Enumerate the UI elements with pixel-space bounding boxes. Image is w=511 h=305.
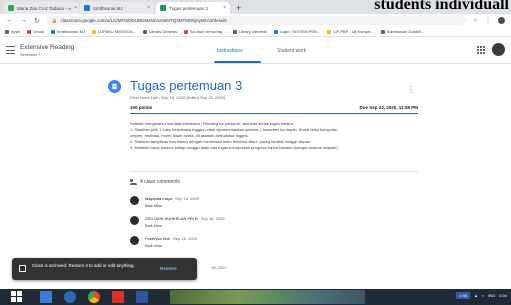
assignment-title: Tugas pertemuan 3 — [130, 78, 243, 93]
assignment-due-date: Due Sep 23, 2020, 11:59 PM — [359, 105, 418, 110]
close-icon[interactable]: × — [147, 5, 150, 11]
comment-date: Sep 16, 2020 — [173, 236, 197, 241]
star-icon[interactable]: ☆ — [473, 17, 478, 24]
bookmark-item[interactable]: Library Genesis — [142, 29, 177, 34]
restore-button[interactable]: Restore — [160, 266, 177, 271]
avatar — [130, 216, 139, 225]
bookmark-icon — [327, 29, 332, 34]
avatar — [130, 236, 139, 245]
bookmark-item[interactable]: Smithsonian MJ — [50, 29, 85, 34]
system-tray: 1.98 ▲ ◖ IND 4:04 — [456, 292, 507, 299]
description-line: 3. Mulailah baca, karena setiap minggu a… — [130, 145, 339, 150]
divider — [130, 113, 418, 114]
class-comments-header[interactable]: 4 class comments — [130, 179, 180, 185]
comment-author: SIDI DANI SUHERLAN PBI B — [145, 216, 198, 221]
url-text: classroom.google.com/u/1/c/MTI0ODUNDMxNz… — [60, 18, 227, 23]
bookmark-item[interactable]: Sci-hub: removing... — [184, 29, 226, 34]
comment-text: Baik miss — [145, 243, 163, 248]
google-apps-icon[interactable] — [477, 46, 485, 54]
tray-badge[interactable]: 1.98 — [456, 292, 470, 299]
file-explorer-icon[interactable] — [40, 291, 52, 303]
divider — [130, 171, 418, 172]
tab-favicon — [160, 5, 166, 11]
comment-author: Maysada maya — [145, 196, 173, 201]
omnibox[interactable]: 🔒 classroom.google.com/u/1/c/MTI0ODUNDMx… — [46, 16, 466, 25]
classroom-header: Extensive Reading Semester 7 Instruction… — [0, 37, 511, 64]
tab-label: Smithsonia MJ — [93, 5, 123, 11]
profile-avatar[interactable] — [498, 17, 505, 24]
bookmark-icon — [27, 29, 32, 34]
class-section: Semester 7 — [20, 52, 41, 57]
archive-icon — [19, 265, 26, 272]
new-tab-button[interactable]: + — [236, 2, 241, 14]
bookmark-icon — [273, 29, 278, 34]
bookmark-icon — [92, 29, 97, 34]
extension-icon[interactable]: ⋮ — [485, 17, 491, 24]
bookmark-icon — [380, 29, 385, 34]
bookmark-item[interactable]: Library Genesis — [232, 29, 267, 34]
browser-tab-2[interactable]: Smithsonia MJ × — [80, 2, 154, 14]
user-avatar[interactable] — [492, 43, 505, 56]
assignment-meta: Dicia Nurul Lalli • Sep 16, 2020 (Edited… — [130, 95, 226, 100]
tab-label: Tugas pertemuan 3 — [169, 5, 208, 11]
comment-author: Puseryka Noh — [145, 236, 171, 241]
bookmark-item[interactable]: Gmail — [27, 29, 44, 34]
back-icon[interactable]: ← — [6, 17, 13, 24]
class-title[interactable]: Extensive Reading — [20, 44, 74, 51]
word-icon[interactable] — [136, 291, 148, 303]
windows-start-icon[interactable] — [10, 291, 22, 303]
close-icon[interactable]: × — [223, 5, 226, 11]
edge-icon[interactable] — [64, 291, 76, 303]
snackbar-message: Class is archived. Restore it to add or … — [32, 263, 135, 268]
tab-favicon — [84, 5, 90, 11]
overlay-caption: students individuall — [374, 0, 509, 13]
archived-snackbar: Class is archived. Restore it to add or … — [12, 258, 197, 280]
network-icon[interactable]: ▲ — [474, 293, 478, 298]
tab-student-work[interactable]: Student work — [277, 48, 306, 54]
assignment-description: Setelah mengetahui manfaat membaca / Rea… — [130, 121, 420, 151]
class-comments-count: 4 class comments — [140, 179, 181, 185]
avatar — [130, 196, 139, 205]
app-icon[interactable] — [112, 291, 124, 303]
reload-icon[interactable]: ↻ — [34, 17, 40, 25]
bookmark-icon — [232, 29, 237, 34]
comment-date: 16, 2020 — [211, 265, 227, 270]
tab-label: Maria Zao Cruz Tadaoo - ∞ — [17, 5, 72, 11]
taskbar: 1.98 ▲ ◖ IND 4:04 — [0, 289, 511, 305]
bookmark-icon — [5, 29, 9, 34]
close-icon[interactable]: × — [74, 5, 77, 11]
bookmark-item[interactable]: Login | SISTEM PEN... — [273, 29, 320, 34]
people-icon — [130, 179, 137, 185]
address-bar-row: ← → ↻ 🔒 classroom.google.com/u/1/c/MTI0O… — [0, 14, 511, 27]
active-tab-indicator — [214, 61, 261, 63]
bookmark-item[interactable]: Apps — [5, 29, 20, 34]
bookmark-icon — [184, 29, 188, 34]
browser-tab-1[interactable]: Maria Zao Cruz Tadaoo - ∞ × — [4, 2, 78, 14]
comment-text: Baik Miss — [145, 203, 163, 208]
lock-icon: 🔒 — [51, 17, 58, 23]
assignment-icon — [108, 80, 121, 93]
taskbar-wallpaper-strip — [170, 290, 365, 304]
forward-icon[interactable]: → — [20, 17, 27, 24]
hamburger-menu-icon[interactable] — [6, 46, 15, 54]
bookmark-item[interactable]: LIP PBP - Uji Kompe... — [327, 29, 374, 34]
tab-instructions[interactable]: Instructions — [217, 48, 243, 54]
language-indicator[interactable]: IND — [488, 293, 495, 298]
volume-icon[interactable]: ◖ — [482, 293, 484, 298]
more-options-icon[interactable]: ⋮ — [407, 85, 415, 94]
bookmark-icon — [142, 29, 147, 34]
browser-tab-3[interactable]: Tugas pertemuan 3 × — [156, 2, 230, 14]
bookmark-item[interactable]: Submission Guideli... — [380, 29, 424, 34]
bookmarks-bar: Apps Gmail Smithsonian MJ LUPAKU MENGGA.… — [0, 27, 511, 37]
comment-date: Sep 16, 2020 — [200, 216, 225, 221]
assignment-points: 100 points — [130, 105, 153, 110]
comment-date: Sep 16, 2020 — [175, 196, 199, 201]
bookmark-item[interactable]: LUPAKU MENGGA... — [92, 29, 136, 34]
comment-text: Baik Miss — [145, 223, 163, 228]
clock[interactable]: 4:04 — [499, 293, 507, 298]
tab-favicon — [8, 5, 14, 11]
chrome-icon[interactable] — [88, 291, 100, 303]
bookmark-icon — [50, 29, 55, 34]
